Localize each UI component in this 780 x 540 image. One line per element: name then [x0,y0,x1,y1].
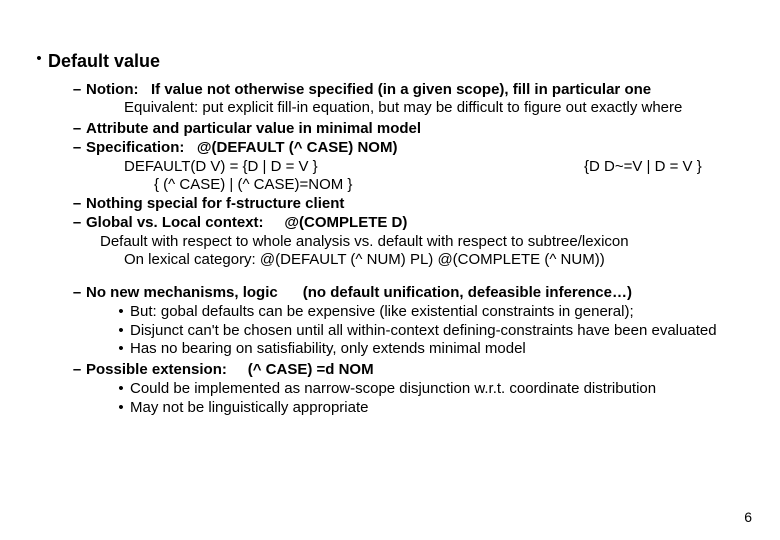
nonew-paren: (no default unification, defeasible infe… [303,284,632,301]
dash-icon: – [68,195,86,214]
spec-macro: @(DEFAULT (^ CASE) NOM) [197,139,398,156]
nonew-b3-row: • Has no bearing on satisfiability, only… [20,340,760,359]
spec-def2: { (^ CASE) | (^ CASE)=NOM } [124,176,504,195]
spec-def-right-text: {D D~=V | D = V } [584,158,760,177]
notion-line: Notion: If value not otherwise specified… [86,81,651,100]
attr-row: – Attribute and particular value in mini… [20,120,760,139]
bullet-icon: • [112,322,130,341]
fstruct-row: – Nothing special for f-structure client [20,195,760,214]
notion-row: – Notion: If value not otherwise specifi… [20,81,760,100]
nonew-line: No new mechanisms, logic (no default uni… [86,284,632,303]
spacer [282,284,299,301]
spec-def-right: {D D~=V | D = V } [504,158,760,196]
dash-icon: – [68,139,86,158]
spec-line: Specification: @(DEFAULT (^ CASE) NOM) [86,139,397,158]
dash-icon: – [68,214,86,233]
global-line: Global vs. Local context: @(COMPLETE D) [86,214,407,233]
ext-b1: Could be implemented as narrow-scope dis… [130,380,656,399]
ext-line: Possible extension: (^ CASE) =d NOM [86,361,374,380]
spacer [189,139,197,156]
global-label: Global vs. Local context: [86,214,264,231]
ext-label: Possible extension: [86,361,227,378]
title: Default value [48,50,160,73]
fstruct-text: Nothing special for f-structure client [86,195,344,214]
spec-def1: DEFAULT(D V) = {D | D = V } [124,158,504,177]
ext-b2: May not be linguistically appropriate [130,399,368,418]
nonew-row: – No new mechanisms, logic (no default u… [20,284,760,303]
notion-text [143,81,147,98]
dash-icon: – [68,120,86,139]
notion-sub: Equivalent: put explicit fill-in equatio… [20,99,760,118]
ext-b1-row: • Could be implemented as narrow-scope d… [20,380,760,399]
global-sub1: Default with respect to whole analysis v… [20,233,760,252]
nonew-b1-row: • But: gobal defaults can be expensive (… [20,303,760,322]
spec-def-block: DEFAULT(D V) = {D | D = V } { (^ CASE) |… [20,158,760,196]
bullet-icon: • [112,399,130,418]
dash-icon: – [68,284,86,303]
page-number: 6 [744,509,752,527]
nonew-b2: Disjunct can't be chosen until all withi… [130,322,717,341]
attr-text: Attribute and particular value in minima… [86,120,421,139]
nonew-label: No new mechanisms, logic [86,284,278,301]
global-macro: @(COMPLETE D) [284,214,407,231]
ext-row: – Possible extension: (^ CASE) =d NOM [20,361,760,380]
spacer [231,361,244,378]
notion-label: Notion: [86,81,138,98]
bullet-icon: • [112,340,130,359]
nonew-b3: Has no bearing on satisfiability, only e… [130,340,526,359]
spacer [268,214,281,231]
global-row: – Global vs. Local context: @(COMPLETE D… [20,214,760,233]
bullet-icon: • [112,303,130,322]
spec-label: Specification: [86,139,184,156]
ext-code: (^ CASE) =d NOM [248,361,374,378]
title-row: • Default value [20,50,760,73]
global-sub2: On lexical category: @(DEFAULT (^ NUM) P… [20,251,760,270]
dash-icon: – [68,81,86,100]
notion-text: If value not otherwise specified (in a g… [151,81,651,98]
bullet-icon: • [112,380,130,399]
nonew-b1: But: gobal defaults can be expensive (li… [130,303,634,322]
ext-b2-row: • May not be linguistically appropriate [20,399,760,418]
spec-row: – Specification: @(DEFAULT (^ CASE) NOM) [20,139,760,158]
slide: • Default value – Notion: If value not o… [0,0,780,540]
spec-def-left: DEFAULT(D V) = {D | D = V } { (^ CASE) |… [124,158,504,196]
bullet-icon: • [30,50,48,73]
nonew-b2-row: • Disjunct can't be chosen until all wit… [20,322,760,341]
dash-icon: – [68,361,86,380]
